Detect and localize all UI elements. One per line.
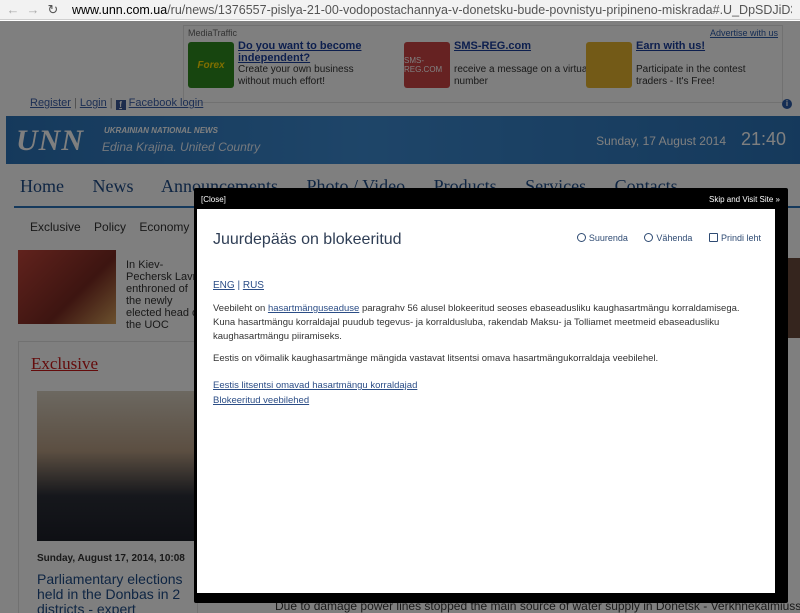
address-bar[interactable]: www.unn.com.ua/ru/news/1376557-pislya-21… <box>72 3 792 17</box>
zoom-out-button[interactable]: Vähenda <box>644 233 692 243</box>
zoom-in-button[interactable]: Suurenda <box>576 233 628 243</box>
dialog-tools: Suurenda Vähenda Prindi leht <box>563 233 761 243</box>
zoom-in-label: Suurenda <box>588 233 628 243</box>
dialog-content: Juurdepääs on blokeeritud Suurenda Vähen… <box>197 209 775 593</box>
printer-icon <box>708 233 718 242</box>
dialog-title: Juurdepääs on blokeeritud <box>213 231 402 248</box>
print-label: Prindi leht <box>720 233 761 243</box>
blocked-sites-link[interactable]: Blokeeritud veebilehed <box>213 395 309 406</box>
zoom-out-label: Vähenda <box>656 233 693 243</box>
notice-text-a: Veebileht on <box>213 303 268 314</box>
gambling-act-link[interactable]: hasartmänguseaduse <box>268 303 359 314</box>
skip-button[interactable]: Skip and Visit Site » <box>709 195 780 204</box>
separator: | <box>237 280 241 291</box>
print-button[interactable]: Prindi leht <box>708 233 761 243</box>
zoom-in-icon <box>576 233 586 242</box>
zoom-out-icon <box>644 233 654 242</box>
url-path: /ru/news/1376557-pislya-21-00-vodopostac… <box>167 2 792 17</box>
browser-toolbar: ← → ↻ www.unn.com.ua/ru/news/1376557-pis… <box>0 0 800 20</box>
blocked-dialog: [Close] Skip and Visit Site » Juurdepääs… <box>194 188 788 603</box>
reload-icon[interactable]: ↻ <box>46 2 60 17</box>
close-button[interactable]: [Close] <box>201 195 226 204</box>
forward-icon[interactable]: → <box>26 2 40 17</box>
back-icon[interactable]: ← <box>6 2 20 17</box>
licensed-notice: Eestis on võimalik kaughasartmänge mängi… <box>213 353 659 364</box>
url-domain: www.unn.com.ua <box>72 2 168 17</box>
licensed-operators-link[interactable]: Eestis litsentsi omavad hasartmängu korr… <box>213 380 417 391</box>
language-switcher: ENG | RUS <box>213 280 264 291</box>
block-notice: Veebileht on hasartmänguseaduse paragrah… <box>213 302 761 344</box>
lang-rus[interactable]: RUS <box>243 280 264 291</box>
lang-eng[interactable]: ENG <box>213 280 235 291</box>
